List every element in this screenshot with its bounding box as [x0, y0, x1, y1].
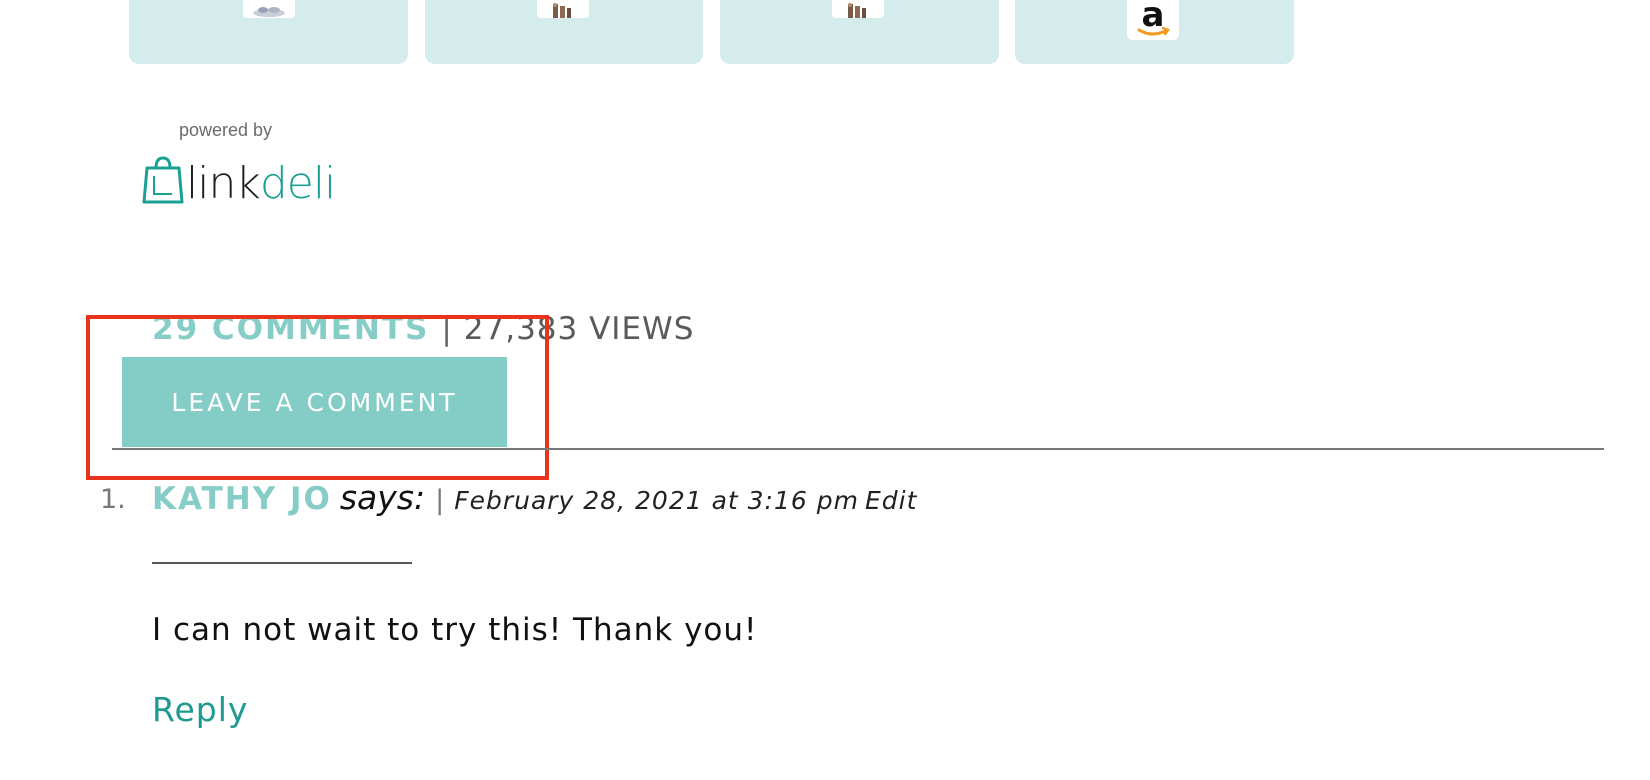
comment-edit-link[interactable]: Edit: [865, 486, 917, 515]
product-card[interactable]: a: [1015, 0, 1294, 64]
comments-count-link[interactable]: 29 COMMENTS: [152, 311, 429, 347]
comment-author[interactable]: KATHY JO: [152, 481, 332, 517]
leave-comment-button[interactable]: LEAVE A COMMENT: [122, 357, 507, 447]
reply-link[interactable]: Reply: [152, 690, 248, 730]
amazon-logo-icon[interactable]: a: [1127, 0, 1179, 40]
product-thumbnail-icon[interactable]: [243, 0, 295, 18]
meta-separator: |: [441, 311, 452, 347]
comments-meta: 29 COMMENTS | 27,383 VIEWS: [152, 309, 694, 349]
says-label: says:: [339, 478, 426, 517]
svg-text:a: a: [1142, 0, 1165, 35]
brand-link-text: link: [186, 158, 261, 209]
linkdeli-logo[interactable]: linkdeli: [142, 154, 336, 209]
powered-by-label: powered by: [179, 120, 273, 140]
header-separator: |: [435, 485, 445, 516]
product-thumbnail-icon[interactable]: [832, 0, 884, 18]
page: a powered by linkdeli 29 COMMENTS | 27,383…: [0, 0, 1650, 780]
author-underline: [152, 562, 412, 564]
shopping-bag-icon: [142, 154, 184, 208]
product-thumbnail-icon[interactable]: [537, 0, 589, 18]
divider: [112, 448, 1604, 450]
product-card[interactable]: [720, 0, 999, 64]
product-card[interactable]: [425, 0, 703, 64]
linkdeli-wordmark: linkdeli: [186, 158, 336, 209]
product-card[interactable]: [129, 0, 408, 64]
views-count: 27,383 VIEWS: [463, 311, 695, 347]
comment-date-link[interactable]: February 28, 2021 at 3:16 pm: [454, 486, 859, 515]
comment-text: I can not wait to try this! Thank you!: [152, 612, 758, 648]
brand-deli-text: deli: [259, 158, 336, 209]
comment-header: KATHY JO says: | February 28, 2021 at 3:16 …: [152, 478, 917, 524]
comment-number: 1.: [100, 484, 126, 515]
